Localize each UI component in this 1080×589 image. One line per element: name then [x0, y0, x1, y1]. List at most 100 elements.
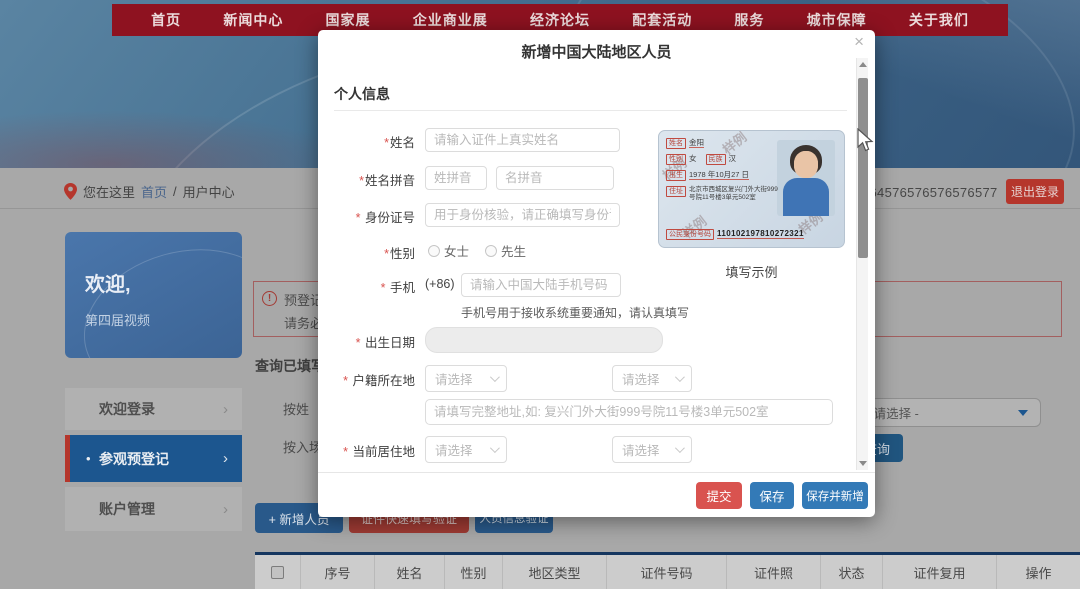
- welcome-username: 第四届视频: [85, 310, 150, 329]
- banner-red-glow: [0, 110, 360, 168]
- nav-item-business-expo[interactable]: 企业商业展: [413, 10, 488, 30]
- id-number-label: * 身份证号: [318, 207, 415, 226]
- chevron-right-icon: ›: [223, 401, 228, 418]
- nav-item-forum[interactable]: 经济论坛: [530, 10, 590, 30]
- user-id-number: 464576576576576577: [862, 185, 997, 200]
- scrollbar-thumb[interactable]: [858, 78, 868, 258]
- radio-circle-icon: [485, 245, 497, 257]
- nav-item-city-support[interactable]: 城市保障: [807, 10, 867, 30]
- table-header-cell: 操作: [997, 555, 1080, 589]
- nav-item-news[interactable]: 新闻中心: [223, 10, 283, 30]
- modal-scrollbar[interactable]: [856, 58, 868, 470]
- logout-button[interactable]: 退出登录: [1006, 179, 1064, 204]
- select-all-checkbox[interactable]: [271, 566, 284, 579]
- sidebar-item-account-management[interactable]: 账户管理 ›: [65, 487, 242, 531]
- gender-male-radio[interactable]: 先生: [485, 241, 526, 260]
- modal-title: 新增中国大陆地区人员: [318, 41, 875, 62]
- save-and-new-button[interactable]: 保存并新增: [802, 482, 868, 509]
- card-gender-row: 性别 女 民族 汉: [666, 154, 736, 165]
- gender-female-radio[interactable]: 女士: [428, 241, 469, 260]
- sidebar-item-label: 欢迎登录: [99, 399, 155, 419]
- sidebar-item-visit-preregistration[interactable]: • 参观预登记 ›: [65, 435, 242, 482]
- page: 首页 新闻中心 国家展 企业商业展 经济论坛 配套活动 服务 城市保障 关于我们…: [0, 0, 1080, 589]
- current-province-select[interactable]: 请选择: [425, 436, 507, 463]
- gender-radio-group: 女士 先生: [428, 241, 526, 260]
- phone-label: * 手机: [318, 277, 415, 296]
- radio-circle-icon: [428, 245, 440, 257]
- welcome-card: 欢迎, 第四届视频: [65, 232, 242, 358]
- name-label: *姓名: [318, 132, 415, 151]
- nav-item-services[interactable]: 服务: [734, 10, 764, 30]
- table-header-cell: 证件照: [727, 555, 821, 589]
- sidebar-item-label: 参观预登记: [99, 449, 169, 469]
- table-select-all-cell: [255, 555, 301, 589]
- chevron-down-icon: [675, 443, 685, 453]
- table-header-cell: 状态: [821, 555, 883, 589]
- portrait-face: [794, 151, 818, 178]
- breadcrumb-prefix: 您在这里: [83, 182, 135, 201]
- breadcrumb-current: 用户中心: [183, 182, 235, 201]
- warning-icon: !: [262, 291, 277, 306]
- sidebar-item-welcome-login[interactable]: 欢迎登录 ›: [65, 388, 242, 430]
- sample-caption: 填写示例: [658, 262, 845, 281]
- full-address-input[interactable]: [425, 399, 833, 425]
- nav-item-country-expo[interactable]: 国家展: [326, 10, 371, 30]
- query-section-title: 查询已填写: [255, 356, 325, 376]
- chevron-down-icon: [490, 372, 500, 382]
- birth-date-input: [425, 327, 663, 353]
- card-birth-row: 出生 1978 年10月27 日: [666, 170, 749, 181]
- breadcrumb-separator: /: [173, 184, 177, 199]
- table-header-cell: 序号: [301, 555, 375, 589]
- current-residence-label: * 当前居住地: [318, 441, 415, 460]
- chevron-down-icon: [675, 372, 685, 382]
- nav-item-home[interactable]: 首页: [151, 10, 181, 30]
- gender-label: *性别: [318, 243, 415, 262]
- chevron-right-icon: ›: [223, 501, 228, 518]
- breadcrumb: 您在这里 首页 / 用户中心: [64, 180, 235, 202]
- welcome-greeting: 欢迎,: [85, 268, 131, 297]
- table-header-cell: 姓名: [375, 555, 445, 589]
- breadcrumb-home-link[interactable]: 首页: [141, 182, 167, 201]
- name-input[interactable]: [425, 128, 620, 152]
- modal-footer-divider: [318, 472, 875, 473]
- chevron-right-icon: ›: [223, 450, 228, 467]
- table-header-cell: 地区类型: [503, 555, 607, 589]
- first-name-pinyin-input[interactable]: [496, 166, 614, 190]
- filter-label-by-name: 按姓: [283, 399, 309, 418]
- registered-residence-label: * 户籍所在地: [318, 370, 415, 389]
- last-name-pinyin-input[interactable]: [425, 166, 487, 190]
- personal-info-section-title: 个人信息: [334, 84, 390, 104]
- portrait-body: [783, 178, 829, 216]
- registered-province-select[interactable]: 请选择: [425, 365, 507, 392]
- card-name-row: 姓名 金阳: [666, 138, 704, 149]
- submit-button[interactable]: 提交: [696, 482, 742, 509]
- bullet-icon: •: [86, 451, 91, 466]
- nav-item-activities[interactable]: 配套活动: [632, 10, 692, 30]
- add-person-modal: × 新增中国大陆地区人员 个人信息 *姓名 *姓名拼音 * 身份证号 *性别 女…: [318, 30, 875, 517]
- card-id-number-row: 公民身份号码 110102197810272321: [666, 229, 804, 240]
- table-header-cell: 证件复用: [883, 555, 997, 589]
- section-divider: [334, 110, 847, 111]
- sample-id-card: 样例 样例 样例 样例 样例 姓名 金阳 性别 女 民族 汉 出生: [658, 130, 845, 248]
- id-number-input[interactable]: [425, 203, 620, 227]
- scrollbar-up-arrow-icon[interactable]: [859, 62, 867, 67]
- nav-item-about[interactable]: 关于我们: [909, 10, 969, 30]
- person-table-header: 序号 姓名 性别 地区类型 证件号码 证件照 状态 证件复用 操作: [255, 552, 1080, 589]
- page-filter-select[interactable]: - 请选择 -: [853, 398, 1041, 427]
- phone-hint: 手机号用于接收系统重要通知，请认真填写: [461, 304, 689, 321]
- registered-city-select[interactable]: 请选择: [612, 365, 692, 392]
- phone-input[interactable]: [461, 273, 621, 297]
- table-header-cell: 证件号码: [607, 555, 727, 589]
- table-header-cell: 性别: [445, 555, 503, 589]
- save-button[interactable]: 保存: [750, 482, 794, 509]
- phone-country-prefix: (+86): [425, 277, 455, 291]
- scrollbar-down-arrow-icon[interactable]: [859, 461, 867, 466]
- caret-down-icon: [1018, 410, 1028, 416]
- current-city-select[interactable]: 请选择: [612, 436, 692, 463]
- sample-portrait-photo: [777, 140, 835, 216]
- location-pin-icon: [64, 183, 77, 200]
- pinyin-label: *姓名拼音: [318, 170, 415, 189]
- birth-date-label: * 出生日期: [318, 332, 415, 351]
- chevron-down-icon: [490, 443, 500, 453]
- sidebar-item-label: 账户管理: [99, 499, 155, 519]
